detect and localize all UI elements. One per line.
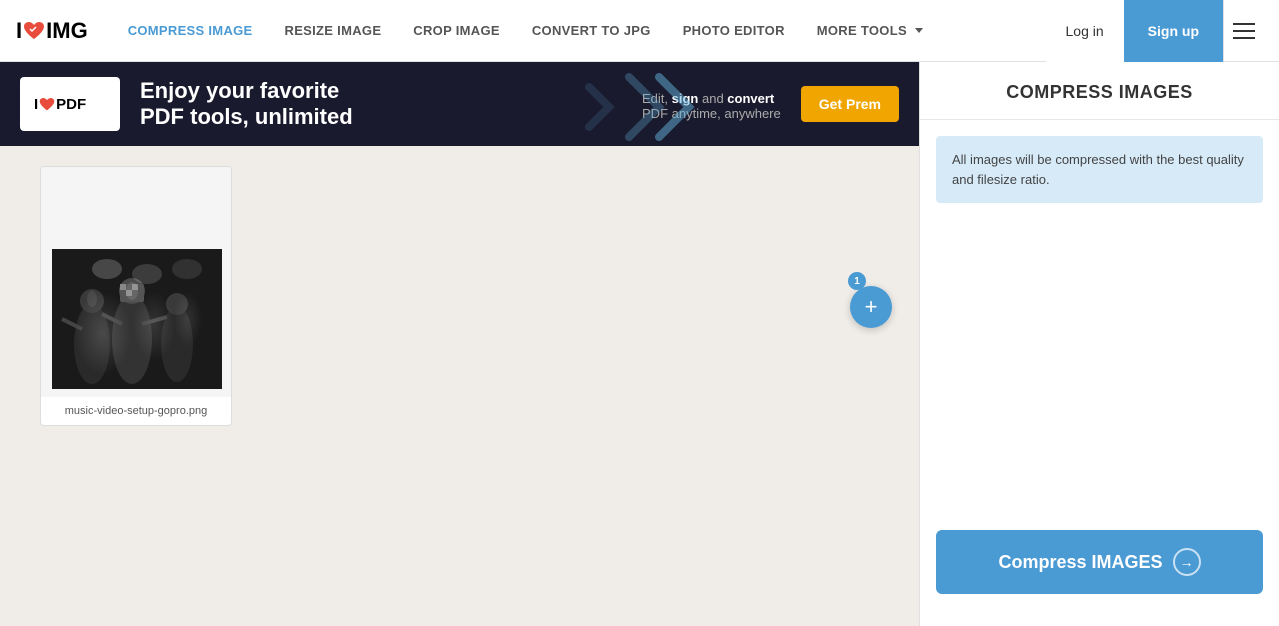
nav-item-compress[interactable]: COMPRESS IMAGE (112, 0, 269, 62)
signup-button[interactable]: Sign up (1124, 0, 1223, 62)
ad-decoration-icon (579, 67, 699, 141)
ad-logo-pdf: PDF (56, 96, 86, 113)
right-panel-header: COMPRESS IMAGES (920, 62, 1279, 120)
compress-images-button[interactable]: Compress IMAGES → (936, 530, 1263, 594)
nav-item-more[interactable]: MORE TOOLS (801, 0, 939, 62)
ad-logo-text: I (34, 96, 38, 113)
hamburger-menu[interactable] (1223, 0, 1263, 62)
panel-body (920, 219, 1279, 514)
hamburger-line-3 (1233, 37, 1255, 39)
nav-more-label: MORE TOOLS (817, 23, 907, 38)
info-box: All images will be compressed with the b… (936, 136, 1263, 203)
panel-title: COMPRESS IMAGES (944, 82, 1255, 103)
concert-thumbnail (52, 249, 222, 389)
image-filename: music-video-setup-gopro.png (41, 397, 231, 425)
info-text: All images will be compressed with the b… (952, 150, 1247, 189)
hamburger-line-1 (1233, 23, 1255, 25)
add-button-area: 1 + (850, 286, 892, 328)
add-image-button[interactable]: + (850, 286, 892, 328)
ad-logo: I PDF (20, 77, 120, 131)
bottom-area: Compress IMAGES → (920, 514, 1279, 626)
nav-item-convert[interactable]: CONVERT TO JPG (516, 0, 667, 62)
nav-item-photo[interactable]: PHOTO EDITOR (667, 0, 801, 62)
logo-img: IMG (46, 18, 88, 44)
ad-title: Enjoy your favoritePDF tools, unlimited (140, 78, 642, 131)
arrow-right-icon: → (1173, 548, 1201, 576)
logo-i: I (16, 18, 22, 44)
canvas-area[interactable]: music-video-setup-gopro.png 1 + (0, 146, 919, 626)
main-content: I PDF Enjoy your favoritePDF tools, unli… (0, 62, 1279, 626)
main-nav: COMPRESS IMAGE RESIZE IMAGE CROP IMAGE C… (112, 0, 1046, 62)
hamburger-line-2 (1233, 30, 1255, 32)
ad-content: Enjoy your favoritePDF tools, unlimited (140, 78, 642, 131)
ad-cta-button[interactable]: Get Prem (801, 86, 899, 122)
add-badge: 1 (848, 272, 866, 290)
chevron-down-icon (915, 28, 923, 33)
add-button-wrapper: 1 + (850, 286, 892, 328)
compress-btn-label: Compress IMAGES (998, 552, 1162, 573)
login-button[interactable]: Log in (1046, 0, 1124, 62)
header-auth: Log in Sign up (1046, 0, 1263, 62)
ad-decoration (579, 67, 699, 146)
plus-icon: + (865, 296, 878, 318)
concert-svg (52, 249, 222, 389)
right-panel: COMPRESS IMAGES All images will be compr… (919, 62, 1279, 626)
ad-banner: I PDF Enjoy your favoritePDF tools, unli… (0, 62, 919, 146)
image-card: music-video-setup-gopro.png (40, 166, 232, 426)
image-preview (41, 167, 232, 397)
nav-item-crop[interactable]: CROP IMAGE (397, 0, 516, 62)
logo-heart-icon (23, 21, 45, 41)
logo[interactable]: I IMG (16, 18, 88, 44)
nav-item-resize[interactable]: RESIZE IMAGE (269, 0, 398, 62)
header: I IMG COMPRESS IMAGE RESIZE IMAGE CROP I… (0, 0, 1279, 62)
left-panel: I PDF Enjoy your favoritePDF tools, unli… (0, 62, 919, 626)
ad-logo-heart-icon (39, 97, 55, 112)
